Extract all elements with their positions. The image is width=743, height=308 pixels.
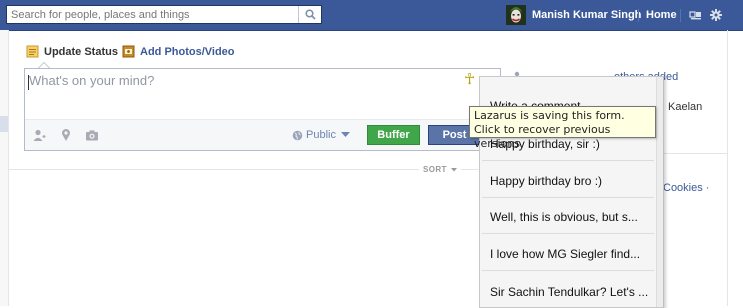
- divider: [680, 9, 681, 22]
- lazarus-item[interactable]: Well, this is obvious, but s...: [490, 210, 638, 224]
- status-input[interactable]: [29, 73, 459, 115]
- tab-add-photos-video[interactable]: Add Photos/Video: [122, 45, 235, 58]
- left-sidebar-edge: [0, 30, 9, 306]
- menu-divider: [482, 160, 654, 161]
- camera-icon[interactable]: [85, 128, 99, 142]
- friend-requests-icon[interactable]: [689, 8, 703, 22]
- tab-update-status[interactable]: Update Status: [26, 45, 118, 58]
- feed-divider: [8, 169, 478, 170]
- user-name-link[interactable]: Manish Kumar Singh: [532, 9, 641, 21]
- menu-divider: [482, 233, 654, 234]
- status-composer: ☥ Public Buffer: [24, 68, 501, 151]
- right-column-text[interactable]: Kaelan: [668, 101, 702, 113]
- search-button[interactable]: [298, 6, 321, 23]
- right-column-divider: [660, 153, 727, 154]
- home-link[interactable]: Home: [646, 9, 677, 21]
- globe-icon: [292, 130, 303, 140]
- location-pin-icon[interactable]: [59, 128, 73, 142]
- column-divider: [727, 30, 728, 306]
- tag-friends-icon[interactable]: [32, 128, 46, 142]
- top-bar: Manish Kumar Singh Home: [0, 0, 743, 31]
- chevron-down-icon: [451, 168, 458, 172]
- menu-divider: [482, 270, 654, 271]
- audience-label: Public: [306, 129, 336, 141]
- lazarus-item[interactable]: Happy birthday bro :): [490, 174, 602, 188]
- scrollbar[interactable]: [656, 77, 663, 307]
- search-input[interactable]: [7, 6, 301, 23]
- lazarus-item[interactable]: Sir Sachin Tendulkar? Let's ...: [490, 285, 648, 299]
- tab-update-status-label: Update Status: [44, 45, 118, 58]
- search-icon: [304, 9, 316, 20]
- sort-label: SORT: [423, 165, 447, 174]
- photo-icon: [122, 45, 135, 58]
- lazarus-tooltip: Lazarus is saving this form. Click to re…: [469, 106, 656, 150]
- tooltip-line: Lazarus is saving this form.: [474, 109, 625, 122]
- buffer-button[interactable]: Buffer: [367, 125, 420, 145]
- avatar[interactable]: [506, 5, 526, 25]
- audience-selector[interactable]: Public: [292, 129, 350, 141]
- chevron-down-icon: [340, 132, 350, 137]
- cookies-link[interactable]: Cookies ·: [663, 182, 709, 194]
- status-note-icon: [26, 45, 39, 58]
- gear-icon[interactable]: [709, 8, 723, 22]
- divider: [638, 9, 639, 22]
- sort-dropdown[interactable]: SORT: [419, 165, 462, 174]
- lazarus-item[interactable]: I love how MG Siegler find...: [490, 247, 640, 261]
- menu-divider: [482, 197, 654, 198]
- composer-toolbar: Public Buffer Post: [25, 119, 500, 150]
- tooltip-line: Click to recover previous versions: [474, 123, 611, 150]
- tab-add-photos-video-label: Add Photos/Video: [140, 45, 235, 58]
- text-cursor: [28, 75, 29, 90]
- ankh-icon[interactable]: ☥: [464, 72, 475, 88]
- search-box[interactable]: [6, 5, 322, 24]
